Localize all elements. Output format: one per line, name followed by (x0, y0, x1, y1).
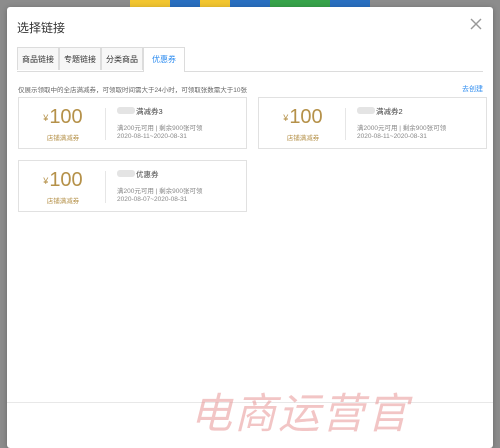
tab-category-products[interactable]: 分类商品 (101, 47, 143, 70)
coupon-name: 满减券2 (357, 106, 403, 117)
coupon-type: 店铺满减券 (46, 198, 80, 205)
coupon-card[interactable]: ¥100 店铺满减券 满减券3 满200元可用 | 剩余900张可领 2020-… (18, 97, 247, 149)
coupon-type: 店铺满减券 (46, 135, 80, 142)
coupon-amount: ¥100 (19, 106, 107, 129)
coupon-period: 2020-08-07~2020-08-31 (117, 196, 188, 203)
redacted-text (117, 170, 135, 177)
coupon-name: 满减券3 (117, 106, 163, 117)
divider (345, 108, 346, 140)
coupon-name: 优惠券 (117, 169, 159, 180)
tab-product-link[interactable]: 商品链接 (17, 47, 59, 70)
coupon-amount: ¥100 (259, 106, 347, 129)
coupon-card[interactable]: ¥100 店铺满减券 满减券2 满2000元可用 | 剩余900张可领 2020… (258, 97, 487, 149)
coupon-period: 2020-08-11~2020-08-31 (117, 133, 187, 140)
redacted-text (357, 107, 375, 114)
tab-bar: 商品链接 专题链接 分类商品 优惠券 (17, 47, 483, 72)
currency-symbol: ¥ (283, 113, 289, 123)
coupon-name-text: 优惠券 (136, 170, 159, 179)
amount-value: 100 (49, 106, 83, 128)
divider (105, 108, 106, 140)
coupon-condition: 满200元可用 | 剩余900张可领 (117, 188, 203, 195)
currency-symbol: ¥ (43, 176, 49, 186)
tab-topic-link[interactable]: 专题链接 (59, 47, 101, 70)
divider (105, 171, 106, 203)
watermark: 电商运营官 (190, 389, 411, 438)
coupon-card[interactable]: ¥100 店铺满减券 优惠券 满200元可用 | 剩余900张可领 2020-0… (18, 160, 247, 212)
coupon-condition: 满2000元可用 | 剩余900张可领 (357, 125, 447, 132)
coupon-condition: 满200元可用 | 剩余900张可领 (117, 125, 203, 132)
create-coupon-link[interactable]: 去创建 (462, 84, 483, 94)
coupon-notice: 仅展示领取中的全店满减券，可领取时间需大于24小时，可领取张数需大于10张 (18, 87, 247, 94)
dialog-title: 选择链接 (17, 21, 66, 35)
coupon-name-text: 满减券2 (376, 107, 403, 116)
coupon-name-text: 满减券3 (136, 107, 163, 116)
coupon-period: 2020-08-11~2020-08-31 (357, 133, 427, 140)
amount-value: 100 (49, 169, 83, 191)
coupon-amount: ¥100 (19, 169, 107, 192)
amount-value: 100 (289, 106, 323, 128)
coupon-type: 店铺满减券 (286, 135, 320, 142)
redacted-text (117, 107, 135, 114)
tab-coupons[interactable]: 优惠券 (143, 47, 185, 72)
close-icon[interactable] (469, 17, 483, 31)
currency-symbol: ¥ (43, 113, 49, 123)
